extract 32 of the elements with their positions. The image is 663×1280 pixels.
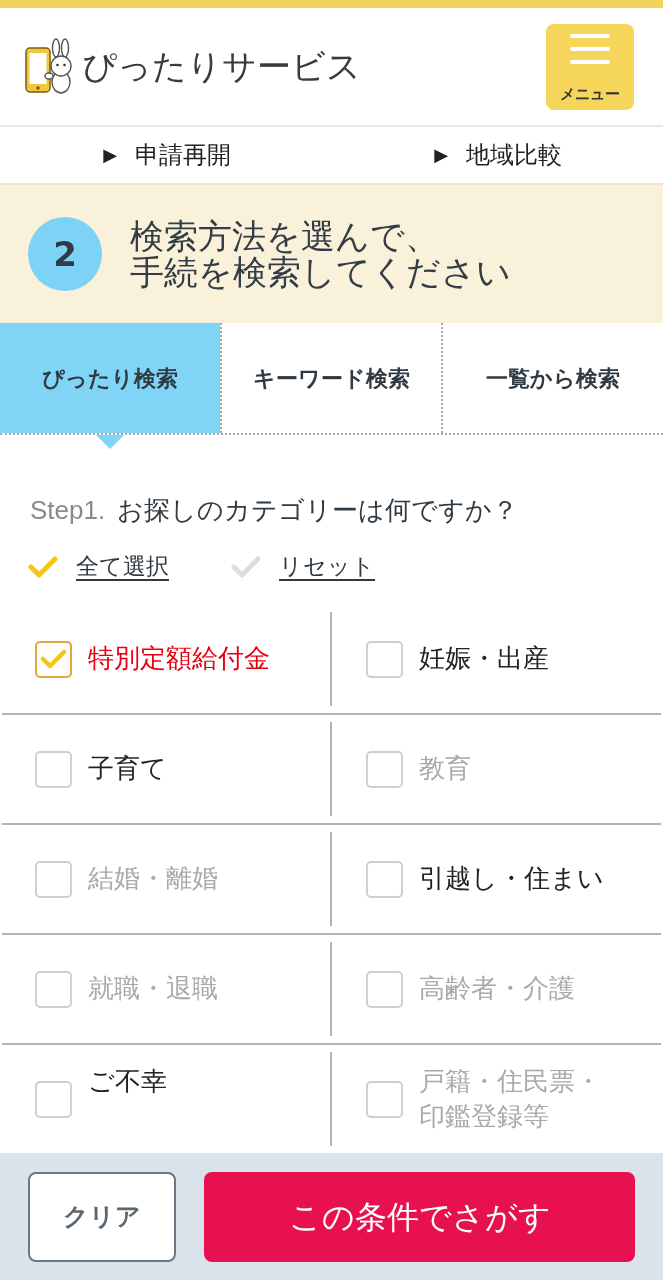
site-title: ぴったりサービス: [82, 46, 361, 87]
tab-pointer-icon: [95, 435, 124, 449]
step-label: Step1.: [30, 495, 106, 525]
reset-link[interactable]: リセット: [279, 552, 375, 582]
category-label[interactable]: 妊娠・出産: [418, 641, 549, 677]
search-button[interactable]: この条件でさがす: [204, 1172, 635, 1262]
category-label: 就職・退職: [88, 972, 218, 1006]
phone-rabbit-logo-icon: [24, 37, 74, 96]
category-label: 結婚・離婚: [88, 862, 218, 896]
category-label[interactable]: ご不幸: [88, 1063, 167, 1099]
category-label[interactable]: 特別定額給付金: [88, 641, 270, 677]
checkbox[interactable]: [35, 1080, 72, 1118]
check-icon: [40, 648, 67, 670]
checkbox[interactable]: [35, 750, 72, 788]
category-label: 高齢者・介護: [418, 972, 575, 1006]
category-label: 教育: [418, 752, 471, 786]
section-heading: 検索方法を選んで、 手続を検索してください: [130, 217, 511, 291]
clear-button[interactable]: クリア: [28, 1172, 176, 1262]
search-method-tab[interactable]: ぴったり検索: [0, 323, 220, 433]
menu-icon: [570, 33, 610, 64]
question-text: お探しのカテゴリーは何ですか？: [117, 495, 519, 525]
checkbox[interactable]: [35, 640, 72, 678]
select-all-link[interactable]: 全て選択: [76, 552, 169, 582]
resume-application-link[interactable]: ▶ 申請再開: [100, 140, 231, 170]
category-label[interactable]: 子育て: [88, 751, 167, 787]
region-compare-link[interactable]: ▶ 地域比較: [432, 140, 563, 170]
checkbox[interactable]: [365, 860, 403, 898]
category-label[interactable]: 引越し・住まい: [418, 861, 604, 897]
checkbox[interactable]: [365, 640, 403, 678]
step-number: 2: [28, 217, 102, 291]
menu-button[interactable]: メニュー: [546, 23, 634, 110]
category-label: 戸籍・住民票・印鑑登録等: [418, 1064, 602, 1133]
